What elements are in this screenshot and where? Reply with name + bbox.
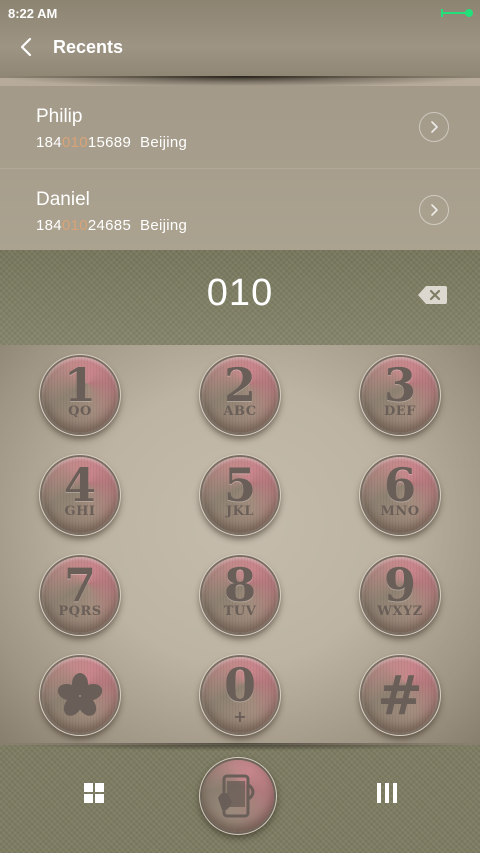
contact-details-button[interactable]: [419, 195, 449, 225]
key-hash[interactable]: #: [362, 657, 438, 733]
back-arrow-icon[interactable]: [14, 33, 38, 61]
key-letters: GHI: [64, 504, 96, 519]
key-letters: DEF: [384, 404, 416, 419]
recent-item-daniel[interactable]: Daniel 18401024685 Beijing: [0, 168, 480, 251]
contact-number: 18401024685 Beijing: [36, 217, 187, 234]
key-digit: 0: [223, 658, 256, 712]
key-3[interactable]: 3 DEF: [362, 357, 438, 433]
grid-icon[interactable]: [84, 783, 104, 803]
asterisk-flower-icon: [57, 673, 103, 716]
chevron-right-icon: [431, 204, 438, 216]
menu-bars-icon[interactable]: [377, 783, 397, 803]
number-suffix: 15689: [87, 134, 132, 151]
call-button[interactable]: [202, 760, 274, 832]
number-prefix: 184: [36, 217, 62, 234]
contact-name: Philip: [36, 106, 83, 127]
key-letters: TUV: [223, 604, 257, 619]
dialed-number: 010: [206, 272, 274, 314]
key-0[interactable]: 0 +: [202, 657, 278, 733]
key-letters: QO: [68, 404, 92, 419]
key-letters: MNO: [380, 504, 420, 519]
key-letters: ABC: [223, 404, 257, 419]
recent-item-philip[interactable]: Philip 18401015689 Beijing: [0, 86, 480, 168]
contact-details-button[interactable]: [419, 112, 449, 142]
key-4[interactable]: 4 GHI: [42, 457, 118, 533]
key-2[interactable]: 2 ABC: [202, 357, 278, 433]
page-title: Recents: [53, 37, 124, 57]
phone-call-icon: [218, 774, 255, 818]
contact-number: 18401015689 Beijing: [36, 134, 187, 151]
key-9[interactable]: 9 WXYZ: [362, 557, 438, 633]
number-match: 010: [61, 134, 88, 151]
number-prefix: 184: [36, 134, 62, 151]
backspace-icon[interactable]: [416, 284, 448, 306]
battery-icon: [441, 9, 473, 17]
key-5[interactable]: 5 JKL: [202, 457, 278, 533]
number-suffix: 24685: [87, 217, 132, 234]
key-letters: PQRS: [58, 604, 102, 619]
number-display: 010: [0, 250, 480, 345]
recents-list: Philip 18401015689 Beijing Daniel 184010…: [0, 86, 480, 250]
number-match: 010: [61, 217, 88, 234]
key-letters: +: [233, 707, 247, 726]
key-1[interactable]: 1 QO: [42, 357, 118, 433]
contact-name: Daniel: [36, 189, 90, 210]
key-letters: JKL: [225, 504, 255, 519]
status-time: 8:22 AM: [8, 6, 58, 21]
bottom-bar-shadow: [0, 743, 480, 751]
contact-location: Beijing: [140, 134, 188, 151]
dial-pad: 1 QO 2 ABC 3 DEF 4 GHI 5 JKL 6 MNO 7 PQR…: [0, 345, 480, 745]
key-symbol: #: [377, 663, 423, 727]
key-star[interactable]: *: [42, 657, 118, 733]
key-letters: WXYZ: [377, 604, 423, 619]
key-7[interactable]: 7 PQRS: [42, 557, 118, 633]
contact-location: Beijing: [140, 217, 188, 234]
key-6[interactable]: 6 MNO: [362, 457, 438, 533]
chevron-right-icon: [431, 121, 438, 133]
key-8[interactable]: 8 TUV: [202, 557, 278, 633]
app-header: 8:22 AM Recents: [0, 0, 480, 78]
